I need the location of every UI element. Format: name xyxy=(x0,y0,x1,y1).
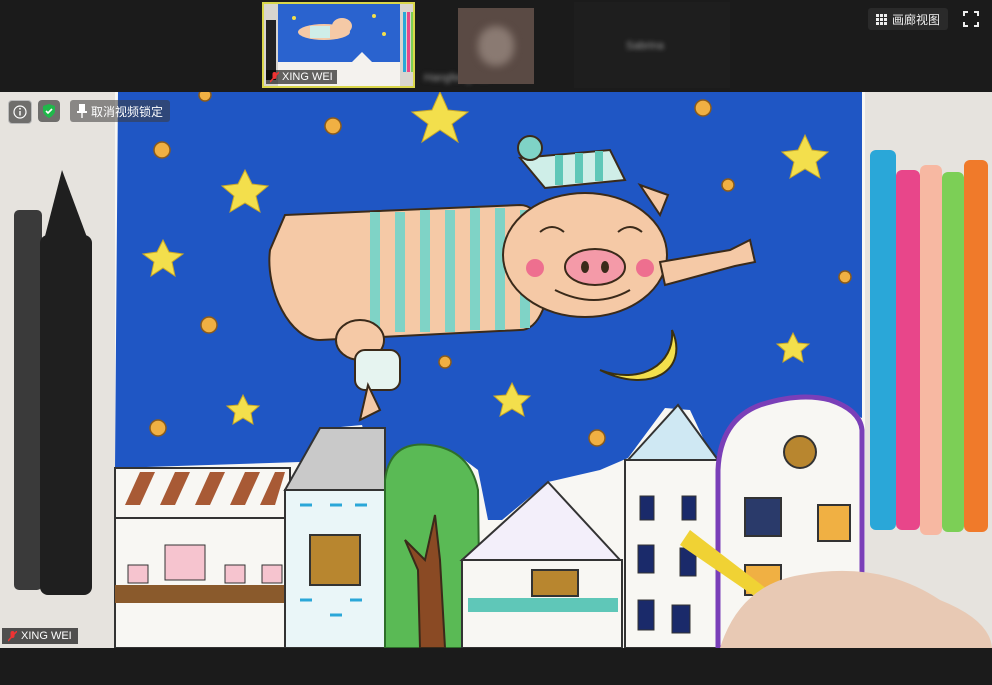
unlock-video-button[interactable]: 取消视频锁定 xyxy=(70,100,171,122)
mic-muted-icon xyxy=(8,630,17,642)
gallery-view-label: 画廊视图 xyxy=(892,12,941,27)
participant-name: XING WEI xyxy=(282,71,333,83)
participant-name-blurred: Sabrina xyxy=(626,40,664,52)
pin-icon xyxy=(77,104,87,118)
self-video-label: XING WEI xyxy=(2,628,78,644)
fullscreen-icon[interactable] xyxy=(962,10,980,28)
bottom-bar xyxy=(0,648,992,685)
participant-strip: XING WEI Hangfeng hai Sabrina 画廊视图 xyxy=(0,0,992,92)
security-button[interactable] xyxy=(38,100,60,122)
unlock-video-label: 取消视频锁定 xyxy=(91,104,164,119)
video-frame-drawing xyxy=(0,92,992,648)
mic-muted-icon xyxy=(270,71,279,83)
info-button[interactable] xyxy=(8,100,32,124)
participant-thumbnail-active[interactable]: XING WEI xyxy=(262,2,415,88)
participant-label: XING WEI xyxy=(266,70,337,84)
info-icon xyxy=(13,105,27,119)
participant-thumbnail[interactable] xyxy=(458,8,534,84)
self-name: XING WEI xyxy=(21,630,72,642)
avatar xyxy=(478,26,514,66)
participant-thumbnail[interactable]: Sabrina xyxy=(574,2,730,88)
gallery-view-button[interactable]: 画廊视图 xyxy=(868,8,949,30)
grid-icon xyxy=(876,13,887,25)
main-video: 取消视频锁定 xyxy=(0,92,992,648)
shield-icon xyxy=(43,104,55,118)
